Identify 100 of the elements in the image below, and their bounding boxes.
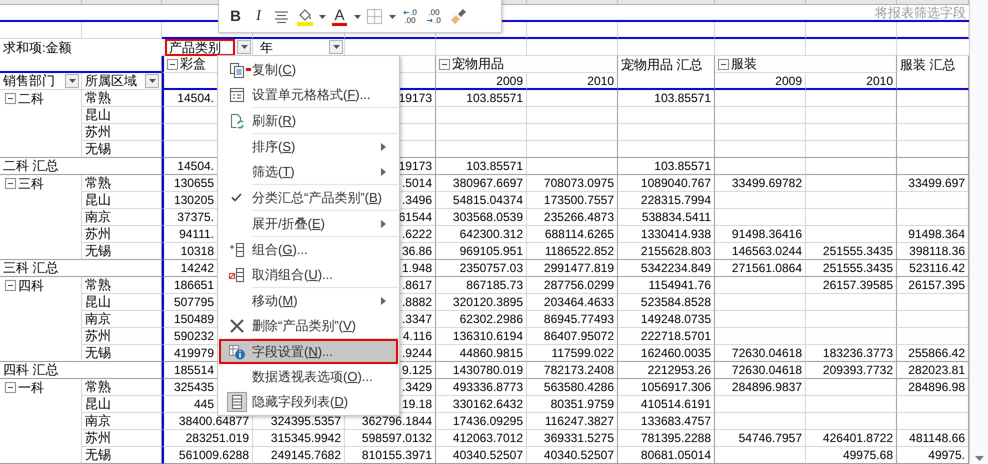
table-cell: 1089040.767	[618, 175, 715, 192]
table-cell: 782173.2408	[527, 362, 618, 379]
field-list-icon	[226, 392, 246, 412]
table-cell: 183236.3773	[806, 345, 897, 362]
submenu-arrow-icon	[381, 296, 386, 304]
dropdown-button[interactable]	[329, 40, 343, 54]
table-cell: 40340.52507	[436, 447, 527, 464]
column-label: 服装	[731, 56, 757, 72]
column-label: 服装 汇总	[900, 56, 956, 72]
caret-icon	[318, 14, 326, 18]
table-cell: 1154941.76	[618, 277, 715, 294]
collapse-icon[interactable]	[439, 58, 450, 70]
menu-item[interactable]: 排序(S)	[219, 134, 398, 159]
vertical-scrollbar[interactable]	[969, 0, 988, 464]
bold-button[interactable]: B	[225, 6, 246, 28]
table-cell: 苏州	[82, 226, 162, 243]
format-cells-icon	[228, 86, 244, 102]
info-icon	[228, 344, 246, 360]
table-cell: 320120.3895	[436, 294, 527, 311]
font-color-button[interactable]: A	[329, 6, 350, 28]
table-cell: 209393.7732	[806, 362, 897, 379]
table-cell: 1430780.019	[436, 362, 527, 379]
check-icon	[231, 193, 242, 202]
table-cell: 无锡	[82, 243, 162, 260]
arrow-icon	[427, 18, 434, 23]
table-cell: 146563.0244	[715, 243, 806, 260]
collapse-icon[interactable]	[5, 93, 16, 104]
table-cell: 44860.9815	[436, 345, 527, 362]
submenu-arrow-icon	[381, 142, 386, 150]
caret-icon	[148, 79, 156, 83]
table-cell: 283251.019	[162, 430, 253, 447]
menu-item[interactable]: 字段设置(N)...	[219, 339, 398, 364]
collapse-icon[interactable]	[167, 58, 178, 70]
table-cell: 54815.04374	[436, 192, 527, 209]
decrease-decimal-button[interactable]: .00 .0	[423, 6, 445, 28]
menu-item[interactable]: 刷新(R)	[219, 108, 398, 133]
copy-icon	[228, 62, 244, 78]
field-header[interactable]: 产品类别	[165, 38, 235, 56]
table-cell: 271561.0864	[715, 260, 806, 277]
table-cell: 598597.0132	[345, 430, 436, 447]
caret-icon	[354, 14, 360, 18]
table-cell: 5342234.849	[618, 260, 715, 277]
italic-button[interactable]: I	[248, 6, 269, 28]
row-label: 三科	[18, 176, 44, 192]
table-cell: 235266.4873	[527, 209, 618, 226]
table-cell: 54746.7957	[715, 430, 806, 447]
collapse-icon[interactable]	[718, 58, 729, 70]
field-header[interactable]: 年	[256, 38, 327, 56]
table-cell: 无锡	[82, 141, 162, 158]
table-cell: 2009	[436, 73, 527, 90]
close-icon	[228, 318, 244, 334]
table-cell: 303568.0539	[436, 209, 527, 226]
submenu-arrow-icon	[381, 220, 386, 228]
table-cell: 173500.7557	[527, 192, 618, 209]
table-cell: 103.85571	[436, 158, 527, 175]
table-cell: 380967.6697	[436, 175, 527, 192]
table-cell: 无锡	[82, 447, 162, 464]
table-cell: 133683.4757	[618, 413, 715, 430]
table-cell: 117599.022	[527, 345, 618, 362]
group-icon	[228, 242, 244, 258]
table-cell: 969105.951	[436, 243, 527, 260]
table-cell: 810155.3971	[345, 447, 436, 464]
table-cell: 315345.9942	[253, 430, 345, 447]
table-cell: 251555.3435	[806, 260, 897, 277]
table-cell: 426401.8722	[806, 430, 897, 447]
collapse-icon[interactable]	[5, 382, 16, 393]
scroll-down-icon[interactable]	[974, 456, 984, 461]
table-cell: 无锡	[82, 345, 162, 362]
table-cell: 17436.09295	[436, 413, 527, 430]
table-cell: 72630.04618	[715, 345, 806, 362]
table-cell: 2991477.819	[527, 260, 618, 277]
table-cell: 330162.6432	[436, 396, 527, 413]
row-label: 二科	[18, 90, 44, 106]
borders-icon	[367, 9, 382, 24]
dropdown-button[interactable]	[65, 74, 79, 88]
collapse-icon[interactable]	[5, 178, 16, 189]
column-label: 宠物用品	[452, 56, 504, 72]
collapse-icon[interactable]	[5, 280, 16, 291]
table-cell: 369331.5275	[527, 430, 618, 447]
paint-bucket-icon	[296, 8, 314, 26]
table-cell: 2010	[806, 73, 897, 90]
table-cell: 常熟	[82, 277, 162, 294]
caret-icon	[68, 79, 76, 83]
dropdown-button[interactable]	[145, 74, 159, 88]
column-label: 彩盒	[180, 56, 206, 72]
menu-item[interactable]: 复制(C)	[219, 57, 398, 82]
table-cell: 103.85571	[436, 90, 527, 107]
increase-decimal-button[interactable]: .0 .00	[399, 6, 421, 28]
table-cell: 49975.68	[806, 447, 897, 464]
table-cell: 2350757.03	[436, 260, 527, 277]
table-cell: 80681.05014	[618, 447, 715, 464]
table-cell: 2155628.803	[618, 243, 715, 260]
table-cell: 228315.7994	[618, 192, 715, 209]
table-cell: 苏州	[82, 328, 162, 345]
table-cell: 523584.8528	[618, 294, 715, 311]
table-cell: 四科 汇总	[0, 362, 162, 379]
table-cell: 249145.7682	[253, 447, 345, 464]
dropdown-button[interactable]	[237, 40, 251, 54]
table-cell: 常熟	[82, 379, 162, 396]
table-cell: 2010	[527, 73, 618, 90]
